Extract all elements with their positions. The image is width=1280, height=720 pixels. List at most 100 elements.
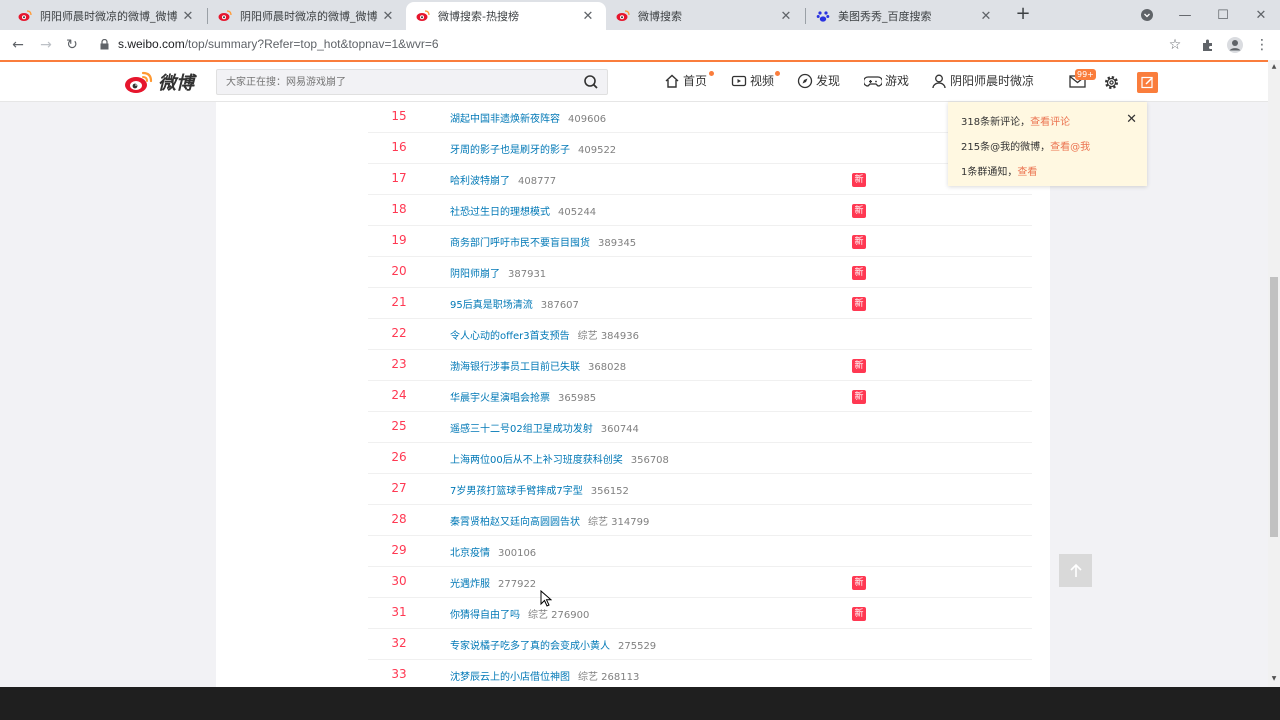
hot-title-text[interactable]: 湖起中国非遗焕新夜阵容 xyxy=(450,114,560,125)
hot-title-text[interactable]: 令人心动的offer3首支预告 xyxy=(450,331,570,342)
hot-search-title[interactable]: 阴阳师崩了 387931 xyxy=(450,265,546,280)
back-to-top-button[interactable] xyxy=(1059,554,1092,587)
hot-title-text[interactable]: 商务部门呼吁市民不要盲目囤货 xyxy=(450,238,590,249)
hot-title-text[interactable]: 社恐过生日的理想模式 xyxy=(450,207,550,218)
hot-title-text[interactable]: 沈梦辰云上的小店借位神图 xyxy=(450,672,570,683)
hot-title-text[interactable]: 你猜得自由了吗 xyxy=(450,610,520,621)
weibo-page: 微博 首页 视频 发现 游戏 阴阳师晨时微凉 xyxy=(0,60,1268,687)
address-bar[interactable]: s.weibo.com/top/summary?Refer=top_hot&to… xyxy=(118,37,439,51)
hot-title-text[interactable]: 北京疫情 xyxy=(450,548,490,559)
nav-video[interactable]: 视频 xyxy=(731,71,780,89)
search-box xyxy=(216,69,608,95)
scroll-up-icon[interactable]: ▲ xyxy=(1270,63,1278,71)
nav-home[interactable]: 首页 xyxy=(664,71,714,89)
tab-close-icon[interactable]: ✕ xyxy=(978,9,994,24)
hot-search-title[interactable]: 北京疫情 300106 xyxy=(450,544,536,559)
search-input[interactable] xyxy=(217,70,577,94)
reload-button[interactable]: ↻ xyxy=(62,35,82,55)
weibo-logo[interactable]: 微博 xyxy=(124,69,194,95)
profile-avatar-icon[interactable] xyxy=(1226,36,1244,54)
new-badge: 新 xyxy=(852,607,866,621)
hot-search-title[interactable]: 95后真是职场清流 387607 xyxy=(450,296,579,311)
new-tab-button[interactable]: + xyxy=(1012,4,1034,26)
hot-title-text[interactable]: 秦霄贤柏赵又廷向高圆圆告状 xyxy=(450,517,580,528)
hot-title-text[interactable]: 上海两位00后从不上补习班度获科创奖 xyxy=(450,455,623,466)
hot-search-title[interactable]: 牙周的影子也是刷牙的影子 409522 xyxy=(450,141,616,156)
search-icon[interactable] xyxy=(583,74,599,90)
hot-title-text[interactable]: 阴阳师崩了 xyxy=(450,269,500,280)
hot-search-title[interactable]: 上海两位00后从不上补习班度获科创奖 356708 xyxy=(450,451,669,466)
hot-search-title[interactable]: 湖起中国非遗焕新夜阵容 409606 xyxy=(450,110,606,125)
weibo-favicon-icon xyxy=(218,9,232,23)
hot-search-title[interactable]: 社恐过生日的理想模式 405244 xyxy=(450,203,596,218)
hot-search-title[interactable]: 专家说橘子吃多了真的会变成小黄人 275529 xyxy=(450,637,656,652)
hot-search-title[interactable]: 你猜得自由了吗 综艺 276900 xyxy=(450,606,589,621)
weibo-logo-text: 微博 xyxy=(158,73,194,94)
hot-title-text[interactable]: 光遇炸服 xyxy=(450,579,490,590)
hot-title-text[interactable]: 渤海银行涉事员工目前已失联 xyxy=(450,362,580,373)
browser-tab-4[interactable]: 微博搜索 ✕ xyxy=(606,2,804,30)
minimize-button[interactable]: — xyxy=(1166,0,1204,30)
hot-title-text[interactable]: 7岁男孩打篮球手臂摔成7字型 xyxy=(450,486,583,497)
hot-search-title[interactable]: 渤海银行涉事员工目前已失联 368028 xyxy=(450,358,626,373)
lock-icon[interactable] xyxy=(100,39,109,50)
close-notification-icon[interactable]: ✕ xyxy=(1126,112,1137,127)
hot-title-text[interactable]: 华晨宇火星演唱会抢票 xyxy=(450,393,550,404)
new-badge: 新 xyxy=(852,390,866,404)
url-host: s.weibo.com xyxy=(118,37,185,51)
view-group-link[interactable]: 查看 xyxy=(1017,167,1037,178)
hot-search-title[interactable]: 沈梦辰云上的小店借位神图 综艺 268113 xyxy=(450,668,639,683)
hot-count: 405244 xyxy=(558,207,597,218)
view-mentions-link[interactable]: 查看@我 xyxy=(1050,142,1090,153)
hot-search-row: 32 专家说橘子吃多了真的会变成小黄人 275529 xyxy=(368,629,1032,660)
hot-search-title[interactable]: 令人心动的offer3首支预告 综艺 384936 xyxy=(450,327,639,342)
hot-search-title[interactable]: 华晨宇火星演唱会抢票 365985 xyxy=(450,389,596,404)
nav-discover[interactable]: 发现 xyxy=(797,72,840,89)
hot-search-title[interactable]: 秦霄贤柏赵又廷向高圆圆告状 综艺 314799 xyxy=(450,513,649,528)
maximize-button[interactable]: ☐ xyxy=(1204,0,1242,30)
hot-search-title[interactable]: 商务部门呼吁市民不要盲目囤货 389345 xyxy=(450,234,636,249)
nav-user[interactable]: 阴阳师晨时微凉 xyxy=(931,72,1034,89)
scrollbar-thumb[interactable] xyxy=(1270,277,1278,537)
back-button[interactable]: ← xyxy=(8,35,28,55)
compose-post-button[interactable] xyxy=(1137,72,1158,93)
hot-title-text[interactable]: 哈利波特崩了 xyxy=(450,176,510,187)
nav-game[interactable]: 游戏 xyxy=(864,72,909,89)
browser-tab-5[interactable]: 美图秀秀_百度搜索 ✕ xyxy=(806,2,1004,30)
browser-menu-icon[interactable]: ⋮ xyxy=(1253,36,1271,54)
hot-count: 综艺 384936 xyxy=(577,331,639,342)
tab-close-icon[interactable]: ✕ xyxy=(778,9,794,24)
page-scrollbar[interactable]: ▲ ▼ xyxy=(1268,60,1280,687)
browser-tab-1[interactable]: 阴阳师晨时微凉的微博_微博 ✕ xyxy=(8,2,206,30)
hot-count: 409606 xyxy=(568,114,607,125)
hot-count: 356708 xyxy=(630,455,669,466)
tab-close-icon[interactable]: ✕ xyxy=(380,9,396,24)
tab-close-icon[interactable]: ✕ xyxy=(180,9,196,24)
browser-tab-3-active[interactable]: 微博搜索-热搜榜 ✕ xyxy=(406,2,606,30)
hot-title-text[interactable]: 95后真是职场清流 xyxy=(450,300,533,311)
browser-tab-2[interactable]: 阴阳师晨时微凉的微博_微博 ✕ xyxy=(208,2,406,30)
hot-title-text[interactable]: 专家说橘子吃多了真的会变成小黄人 xyxy=(450,641,610,652)
new-badge: 新 xyxy=(852,173,866,187)
close-window-button[interactable]: ✕ xyxy=(1242,0,1280,30)
new-badge: 新 xyxy=(852,266,866,280)
forward-button[interactable]: → xyxy=(36,35,56,55)
bookmark-star-icon[interactable]: ☆ xyxy=(1166,36,1184,54)
hot-rank: 33 xyxy=(391,667,407,681)
tab-close-icon[interactable]: ✕ xyxy=(580,9,596,24)
hot-title-text[interactable]: 牙周的影子也是刷牙的影子 xyxy=(450,145,570,156)
hot-search-title[interactable]: 哈利波特崩了 408777 xyxy=(450,172,556,187)
hot-search-title[interactable]: 遥感三十二号02组卫星成功发射 360744 xyxy=(450,420,639,435)
hot-search-title[interactable]: 7岁男孩打篮球手臂摔成7字型 356152 xyxy=(450,482,629,497)
hot-search-title[interactable]: 光遇炸服 277922 xyxy=(450,575,536,590)
scroll-down-icon[interactable]: ▼ xyxy=(1270,675,1278,683)
tab-search-icon[interactable] xyxy=(1128,0,1166,30)
settings-gear-icon[interactable] xyxy=(1103,74,1120,95)
hot-search-list: 15 湖起中国非遗焕新夜阵容 409606 16 牙周的影子也是刷牙的影子 4095… xyxy=(350,102,1050,687)
gamepad-icon xyxy=(864,75,882,87)
hot-title-text[interactable]: 遥感三十二号02组卫星成功发射 xyxy=(450,424,593,435)
hot-rank: 32 xyxy=(391,636,407,650)
hot-search-row: 27 7岁男孩打篮球手臂摔成7字型 356152 xyxy=(368,474,1032,505)
view-comments-link[interactable]: 查看评论 xyxy=(1030,117,1070,128)
extensions-icon[interactable] xyxy=(1199,36,1217,54)
